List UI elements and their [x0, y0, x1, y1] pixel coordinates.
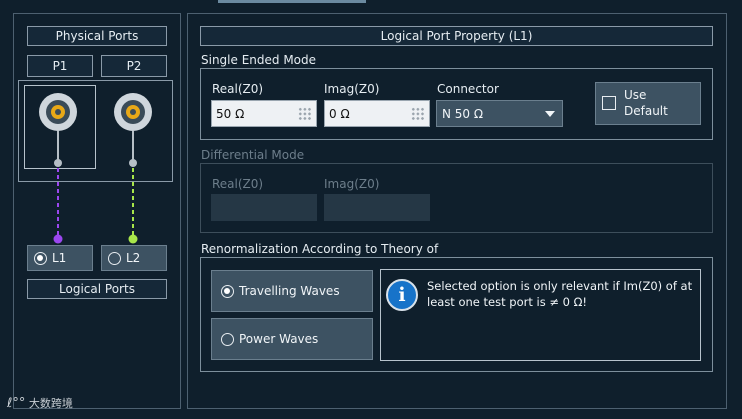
l2-label: L2 [126, 251, 141, 265]
power-radio-icon [221, 333, 234, 346]
use-default-label-1: Use [624, 88, 647, 102]
travelling-waves-label: Travelling Waves [239, 284, 340, 298]
connector-label: Connector [437, 82, 499, 96]
info-text: Selected option is only relevant if Im(Z… [427, 279, 693, 309]
diff-real-z0-input [211, 194, 317, 221]
imag-z0-label: Imag(Z0) [324, 82, 380, 96]
imag-z0-value: 0 Ω [329, 107, 350, 121]
info-icon: i [386, 279, 418, 311]
connector-select[interactable]: N 50 Ω [436, 100, 563, 127]
diff-real-z0-label: Real(Z0) [212, 177, 264, 191]
use-default-button[interactable]: Use Default [595, 82, 701, 125]
differential-title: Differential Mode [201, 148, 305, 162]
watermark: ℓ°° 大数跨境 [7, 395, 73, 411]
renorm-title: Renormalization According to Theory of [201, 242, 439, 256]
power-waves-option[interactable]: Power Waves [211, 318, 373, 360]
logical-port-l2[interactable]: L2 [101, 245, 167, 271]
logical-ports-title: Logical Ports [27, 279, 167, 299]
top-accent [218, 0, 366, 3]
imag-z0-input[interactable]: 0 Ω [324, 100, 430, 127]
l1-label: L1 [52, 251, 67, 265]
use-default-checkbox [602, 96, 616, 110]
diff-imag-z0-input [324, 194, 430, 221]
l2-link-dot [128, 234, 138, 244]
real-z0-label: Real(Z0) [212, 82, 264, 96]
keypad-icon[interactable] [298, 107, 312, 121]
chevron-down-icon [545, 111, 555, 117]
info-box: i Selected option is only relevant if Im… [380, 269, 701, 361]
single-ended-title: Single Ended Mode [201, 53, 317, 67]
p2-stem-dot [129, 159, 137, 167]
property-title: Logical Port Property (L1) [200, 26, 713, 46]
l2-radio-icon [108, 252, 121, 265]
use-default-label-2: Default [624, 104, 668, 118]
real-z0-value: 50 Ω [216, 107, 245, 121]
l1-radio-icon [34, 252, 47, 265]
p1-stem-dot [54, 159, 62, 167]
port-mapping-lines [53, 131, 138, 244]
travelling-waves-option[interactable]: Travelling Waves [211, 270, 373, 312]
power-waves-label: Power Waves [239, 332, 319, 346]
travelling-radio-icon [221, 285, 234, 298]
keypad-icon[interactable] [411, 107, 425, 121]
connector-value: N 50 Ω [442, 107, 484, 121]
watermark-text: 大数跨境 [28, 397, 73, 410]
watermark-logo-icon: ℓ°° [7, 396, 26, 411]
diff-imag-z0-label: Imag(Z0) [324, 177, 380, 191]
real-z0-input[interactable]: 50 Ω [211, 100, 317, 127]
logical-port-l1[interactable]: L1 [27, 245, 93, 271]
l1-link-dot [53, 234, 63, 244]
